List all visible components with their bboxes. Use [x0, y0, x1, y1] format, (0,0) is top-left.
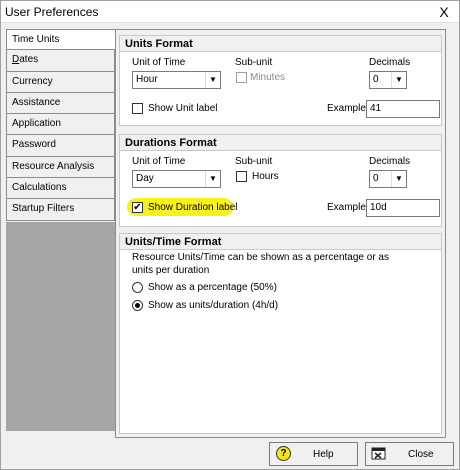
tab-list: Time Units Dates Currency Assistance App…	[6, 29, 116, 221]
help-button[interactable]: ? Help	[269, 442, 358, 466]
units-unit-of-time-select[interactable]: Hour ▼	[132, 71, 221, 89]
durations-decimals-select[interactable]: 0 ▼	[369, 170, 407, 188]
close-icon	[371, 447, 386, 460]
time-units-panel: Units Format Unit of Time Hour ▼ Sub-uni…	[115, 29, 446, 438]
durations-subunit-option: Hours	[252, 171, 279, 182]
window-title: User Preferences	[5, 5, 99, 19]
units-duration-radio[interactable]	[132, 300, 143, 311]
units-time-description-2: units per duration	[132, 265, 210, 276]
tab-resource-analysis[interactable]: Resource Analysis	[6, 156, 115, 179]
unit-of-time-label: Unit of Time	[132, 156, 186, 167]
chevron-down-icon: ▼	[391, 171, 406, 187]
close-button[interactable]: Close	[365, 442, 454, 466]
tab-time-units[interactable]: Time Units	[6, 29, 116, 51]
chevron-down-icon: ▼	[205, 171, 220, 187]
subunit-label: Sub-unit	[235, 156, 273, 167]
units-time-description-1: Resource Units/Time can be shown as a pe…	[132, 252, 389, 263]
unit-of-time-label: Unit of Time	[132, 57, 186, 68]
window-close-icon[interactable]: X	[429, 1, 459, 23]
decimals-label: Decimals	[369, 57, 411, 68]
units-duration-radio-label: Show as units/duration (4h/d)	[148, 300, 279, 311]
checkmark-icon: ✔	[133, 202, 142, 213]
show-duration-label-text: Show Duration label	[148, 202, 238, 213]
percentage-radio-label: Show as a percentage (50%)	[148, 282, 277, 293]
user-preferences-dialog: User Preferences X Time Units Dates Curr…	[0, 0, 460, 470]
help-icon: ?	[276, 446, 291, 461]
units-subunit-option: Minutes	[250, 72, 286, 83]
chevron-down-icon: ▼	[205, 72, 220, 88]
tab-password[interactable]: Password	[6, 135, 115, 157]
show-unit-label-text: Show Unit label	[148, 103, 218, 114]
tab-startup-filters[interactable]: Startup Filters	[6, 199, 115, 221]
tabs-empty-area	[6, 222, 115, 431]
durations-unit-of-time-select[interactable]: Day ▼	[132, 170, 221, 188]
units-example-field: 41	[366, 100, 440, 118]
durations-example-label: Example	[327, 202, 366, 213]
units-subunit-checkbox[interactable]	[236, 72, 247, 83]
units-format-section: Unit of Time Hour ▼ Sub-unit Minutes Dec…	[119, 52, 442, 126]
durations-format-section: Unit of Time Day ▼ Sub-unit Hours Decima…	[119, 151, 442, 227]
units-example-label: Example	[327, 103, 366, 114]
tab-calculations[interactable]: Calculations	[6, 178, 115, 200]
chevron-down-icon: ▼	[391, 72, 406, 88]
show-duration-label-checkbox[interactable]: ✔	[132, 202, 143, 213]
tab-currency[interactable]: Currency	[6, 71, 115, 93]
durations-format-heading: Durations Format	[119, 134, 442, 151]
percentage-radio[interactable]	[132, 282, 143, 293]
decimals-label: Decimals	[369, 156, 411, 167]
show-unit-label-checkbox[interactable]	[132, 103, 143, 114]
units-time-format-heading: Units/Time Format	[119, 233, 442, 250]
units-time-format-section: Resource Units/Time can be shown as a pe…	[119, 250, 442, 434]
tab-assistance[interactable]: Assistance	[6, 92, 115, 115]
tab-application[interactable]: Application	[6, 114, 115, 136]
title-bar: User Preferences X	[1, 1, 459, 23]
durations-example-field: 10d	[366, 199, 440, 217]
units-format-heading: Units Format	[119, 35, 442, 52]
subunit-label: Sub-unit	[235, 57, 273, 68]
tab-dates[interactable]: Dates	[6, 50, 115, 72]
units-decimals-select[interactable]: 0 ▼	[369, 71, 407, 89]
durations-subunit-checkbox[interactable]	[236, 171, 247, 182]
